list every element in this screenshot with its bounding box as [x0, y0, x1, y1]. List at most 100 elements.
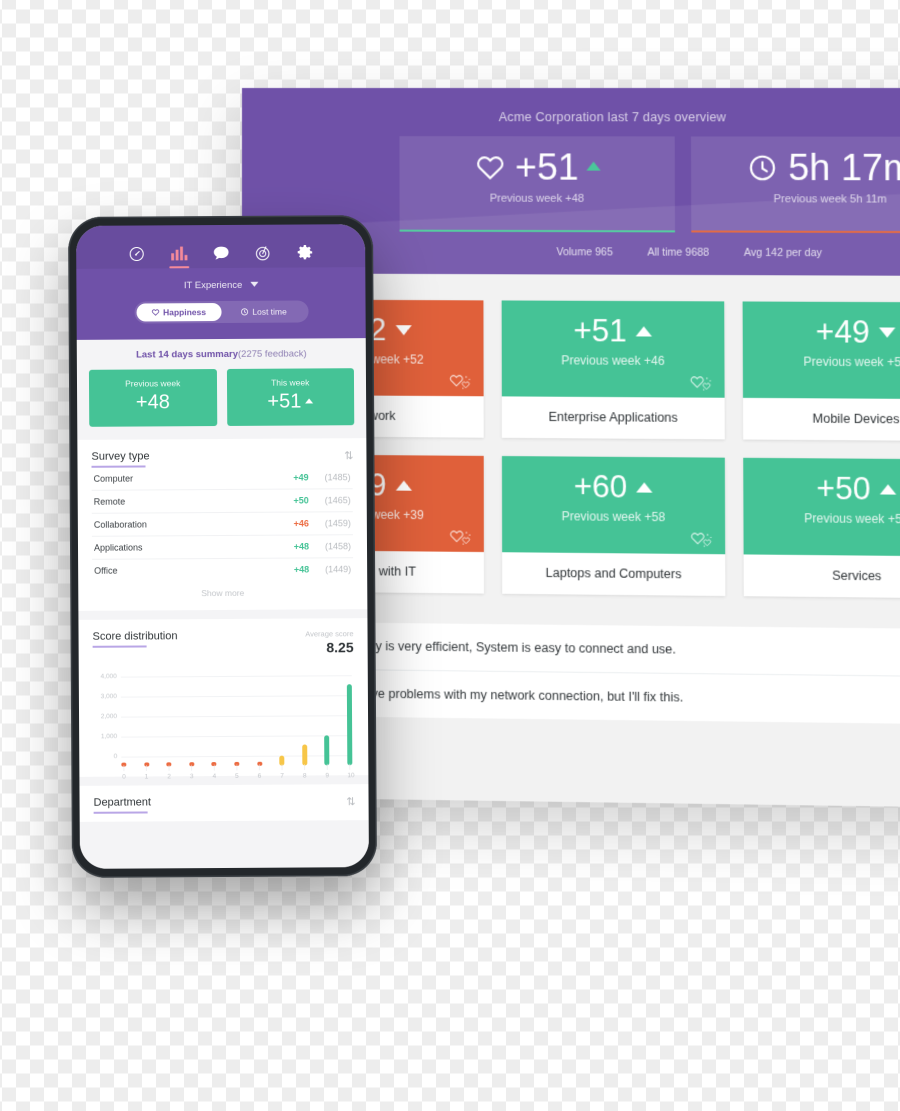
summary-cards: Previous week +48 This week +51 — [88, 368, 355, 427]
trend-up-icon — [636, 481, 653, 493]
phone-screen: IT Experience Happiness Lost time Last 1… — [76, 224, 369, 869]
kpi-previous: Previous week +50 — [804, 511, 900, 527]
score-distribution-chart: 0 1,000 2,000 3,000 4,000 | | | | | | | | | | | 0 1 2 3 4 5 6 7… — [93, 667, 354, 780]
stat-value: +51 — [515, 146, 579, 188]
trend-up-icon — [395, 479, 412, 491]
kpi-previous: Previous week +46 — [561, 353, 665, 368]
stat-previous: Previous week 5h 11m — [773, 193, 887, 206]
trend-up-icon — [879, 483, 897, 495]
kpi-label: Services — [832, 568, 882, 584]
heart-icon — [151, 309, 159, 316]
survey-row-score: +50 — [293, 495, 309, 506]
list-item[interactable]: Computer +49 (1485) — [91, 466, 353, 491]
kpi-score: +60 — [573, 468, 628, 505]
department-panel: Department ⇅ — [79, 784, 369, 822]
chart-bar[interactable] — [301, 744, 308, 766]
chart-bar[interactable] — [324, 735, 330, 766]
chart-x-tick: 2 — [167, 773, 171, 781]
kpi-card[interactable]: +49 Previous week +50 Mobile Devices — [742, 301, 900, 442]
survey-type-title: Survey type — [91, 450, 149, 467]
kpi-label: Mobile Devices — [812, 411, 900, 427]
chart-x-tick: 6 — [257, 772, 262, 780]
summary-section: Last 14 days summary(2275 feedback) Prev… — [76, 338, 367, 440]
score-distribution-panel: Score distribution Average score 8.25 0 1… — [78, 618, 369, 781]
survey-row-count: (1449) — [325, 564, 352, 575]
trend-down-icon — [395, 324, 412, 335]
kpi-card[interactable]: +51 Previous week +46 Enterprise Applica… — [501, 300, 726, 440]
score-distribution-title: Score distribution — [93, 630, 178, 648]
average-score: Average score 8.25 — [305, 629, 353, 655]
kpi-score: +49 — [815, 313, 870, 350]
survey-type-list: Computer +49 (1485) Remote +50 (1465) Co… — [91, 466, 354, 582]
metric-toggle-happiness[interactable]: Happiness — [136, 303, 222, 322]
heart-icon — [473, 153, 507, 183]
survey-row-name: Computer — [93, 473, 134, 484]
bar-chart-icon[interactable] — [169, 243, 189, 263]
gear-icon[interactable] — [295, 242, 315, 262]
sort-icon[interactable]: ⇅ — [346, 795, 354, 808]
survey-row-count: (1465) — [324, 495, 351, 506]
chart-x-tick: 0 — [122, 773, 126, 781]
summary-card-this-week[interactable]: This week +51 — [226, 368, 355, 426]
kpi-label: Laptops and Computers — [545, 565, 682, 582]
survey-selector-label: IT Experience — [183, 279, 243, 292]
survey-row-count: (1459) — [324, 518, 351, 529]
chart-x-tick: 7 — [280, 772, 284, 780]
kpi-label: Enterprise Applications — [548, 409, 678, 425]
average-score-label: Average score — [305, 629, 354, 639]
list-item[interactable]: Applications +48 (1458) — [91, 535, 354, 560]
clock-icon — [745, 153, 780, 183]
summary-card-label: Previous week — [125, 378, 181, 389]
hearts-icon — [449, 372, 473, 390]
survey-type-panel: Survey type ⇅ Computer +49 (1485) Remote… — [77, 438, 368, 611]
survey-row-name: Applications — [93, 542, 143, 553]
stat-card-lost-time[interactable]: 5h 17m Previous week 5h 11m — [690, 136, 900, 234]
summary-title: Last 14 days summary(2275 feedback) — [89, 348, 354, 361]
target-icon[interactable] — [253, 243, 273, 263]
chart-x-tick: 1 — [144, 773, 149, 781]
chart-x-tick: 3 — [189, 773, 194, 781]
summary-card-previous-week[interactable]: Previous week +48 — [88, 369, 217, 427]
sort-icon[interactable]: ⇅ — [344, 449, 352, 462]
summary-card-value: +51 — [267, 390, 302, 413]
summary-title-count: (2275 feedback) — [237, 348, 307, 360]
chevron-down-icon — [249, 281, 258, 287]
survey-row-count: (1458) — [324, 541, 352, 552]
summary-title-bold: Last 14 days summary — [135, 348, 238, 361]
metric-toggle[interactable]: Happiness Lost time — [134, 300, 309, 324]
show-more-button[interactable]: Show more — [92, 580, 353, 603]
chart-bar[interactable] — [346, 684, 353, 766]
stat-card-happiness[interactable]: +51 Previous week +48 — [399, 136, 676, 233]
chat-bubble-icon[interactable] — [211, 243, 231, 263]
kpi-score: +51 — [573, 312, 627, 349]
trend-up-icon — [635, 325, 653, 337]
chart-x-tick: 9 — [325, 772, 330, 780]
metric-toggle-lost-time[interactable]: Lost time — [221, 302, 306, 321]
chart-y-tick: 2,000 — [100, 713, 118, 721]
summary-card-label: This week — [271, 377, 310, 388]
chart-y-tick: 0 — [113, 753, 118, 761]
chart-x-tick: 10 — [347, 772, 355, 780]
stat-value: 5h 17m — [788, 146, 900, 189]
stat-accent-bar — [691, 229, 900, 234]
survey-row-name: Office — [94, 565, 118, 576]
hearts-icon — [691, 530, 716, 549]
kpi-card[interactable]: +50 Previous week +50 Services — [743, 457, 900, 599]
department-title: Department — [94, 796, 152, 813]
trend-up-icon — [305, 397, 314, 403]
metric-toggle-happiness-label: Happiness — [163, 307, 207, 318]
list-item[interactable]: Remote +50 (1465) — [91, 489, 353, 514]
survey-row-score: +46 — [293, 518, 309, 529]
survey-row-name: Collaboration — [93, 519, 147, 530]
gauge-icon[interactable] — [127, 243, 147, 263]
chart-tick-marks: | | | | | | | | | | | — [123, 764, 351, 772]
meta-volume: Volume 965 — [556, 246, 613, 259]
chart-y-tick: 1,000 — [100, 733, 118, 741]
kpi-card[interactable]: +60 Previous week +58 Laptops and Comput… — [501, 456, 726, 597]
survey-selector[interactable]: IT Experience — [76, 267, 365, 292]
list-item[interactable]: Collaboration +46 (1459) — [91, 512, 353, 537]
survey-row-count: (1485) — [324, 472, 351, 483]
chart-y-tick: 3,000 — [100, 693, 117, 701]
trend-down-icon — [878, 326, 896, 338]
list-item[interactable]: Office +48 (1449) — [92, 558, 353, 582]
